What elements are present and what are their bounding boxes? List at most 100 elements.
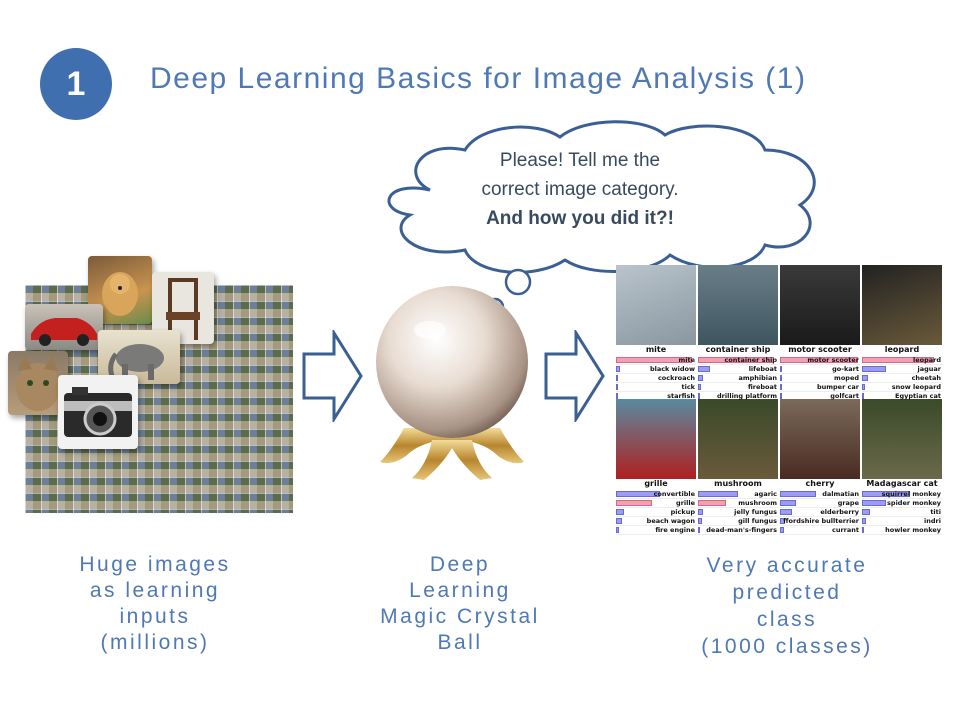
class-name: mite xyxy=(678,356,695,364)
class-name: ffordshire bullterrier xyxy=(783,517,859,525)
prediction-class-row: spider monkey xyxy=(862,499,942,508)
prediction-class-row: mushroom xyxy=(698,499,778,508)
arrow-right-icon-2 xyxy=(544,330,605,422)
prediction-class-row: fire engine xyxy=(616,526,696,535)
bubble-line-3: And how you did it?! xyxy=(486,208,674,229)
score-bar xyxy=(780,366,783,372)
prediction-label: mushroom xyxy=(714,479,762,488)
class-name: lifeboat xyxy=(748,365,777,373)
prediction-image xyxy=(616,265,696,345)
arrow-right-icon xyxy=(302,330,363,422)
class-name: titi xyxy=(930,508,941,516)
score-bar xyxy=(862,375,869,381)
class-name: howler monkey xyxy=(885,526,941,534)
class-name: motor scooter xyxy=(807,356,859,364)
caption-right-line-2: predicted xyxy=(732,581,842,604)
class-name: bumper car xyxy=(816,383,859,391)
prediction-class-row: dead-man's-fingers xyxy=(698,526,778,535)
prediction-image xyxy=(862,265,942,345)
prediction-image xyxy=(780,265,860,345)
prediction-class-row: elderberry xyxy=(780,508,860,517)
prediction-class-row: jelly fungus xyxy=(698,508,778,517)
score-bar xyxy=(780,375,783,381)
camera-photo xyxy=(58,375,138,449)
prediction-class-list: agaric mushroom jelly fungus gill fungus dea… xyxy=(698,490,778,535)
bubble-line-1: Please! Tell me the xyxy=(499,150,661,171)
prediction-label: cherry xyxy=(805,479,835,488)
prediction-image xyxy=(616,399,696,479)
prediction-image xyxy=(862,399,942,479)
class-name: jaguar xyxy=(917,365,942,373)
score-bar xyxy=(780,509,792,515)
caption-right-line-4: (1000 classes) xyxy=(701,635,873,658)
class-name: moped xyxy=(834,374,859,382)
bubble-text: Please! Tell me the correct image catego… xyxy=(430,146,730,233)
score-bar xyxy=(780,384,782,390)
prediction-label: container ship xyxy=(705,345,771,354)
score-bar xyxy=(698,518,702,524)
prediction-class-list: mite black widow cockroach tick starfish xyxy=(616,356,696,401)
class-name: grille xyxy=(676,499,695,507)
class-name: cheetah xyxy=(911,374,941,382)
prediction-class-row: agaric xyxy=(698,490,778,499)
caption-right: Very accurate predicted class (1000 clas… xyxy=(672,552,902,660)
prediction-class-row: motor scooter xyxy=(780,356,860,365)
prediction-class-row: convertible xyxy=(616,490,696,499)
class-name: cockroach xyxy=(657,374,695,382)
prediction-class-row: squirrel monkey xyxy=(862,490,942,499)
prediction-class-row: mite xyxy=(616,356,696,365)
class-name: pickup xyxy=(670,508,695,516)
caption-left-line-1: Huge images xyxy=(79,553,231,576)
score-bar xyxy=(698,384,702,390)
score-bar xyxy=(862,518,866,524)
prediction-class-row: gill fungus xyxy=(698,517,778,526)
class-name: indri xyxy=(924,517,941,525)
prediction-class-row: leopard xyxy=(862,356,942,365)
class-name: mushroom xyxy=(738,499,777,507)
score-bar xyxy=(780,491,816,497)
slide-number-badge: 1 xyxy=(40,48,112,120)
class-name: gill fungus xyxy=(738,517,777,525)
class-name: fireboat xyxy=(747,383,777,391)
prediction-class-row: jaguar xyxy=(862,365,942,374)
prediction-class-row: ffordshire bullterrier xyxy=(780,517,860,526)
slide-title: Deep Learning Basics for Image Analysis … xyxy=(150,62,807,95)
prediction-class-list: leopard jaguar cheetah snow leopard Egyptian… xyxy=(862,356,942,401)
prediction-class-row: titi xyxy=(862,508,942,517)
prediction-class-row: howler monkey xyxy=(862,526,942,535)
caption-left-line-3: inputs xyxy=(119,605,191,628)
class-name: convertible xyxy=(653,490,695,498)
score-bar xyxy=(862,366,886,372)
caption-right-line-1: Very accurate xyxy=(706,554,868,577)
class-name: jelly fungus xyxy=(734,508,777,516)
class-name: grape xyxy=(837,499,859,507)
prediction-class-list: container ship lifeboat amphibian fireboat d… xyxy=(698,356,778,401)
prediction-class-row: black widow xyxy=(616,365,696,374)
class-name: Egyptian cat xyxy=(895,392,941,400)
prediction-image xyxy=(698,265,778,345)
score-bar xyxy=(862,509,870,515)
prediction-class-row: moped xyxy=(780,374,860,383)
class-name: golfcart xyxy=(830,392,859,400)
class-name: container ship xyxy=(724,356,777,364)
prediction-class-list: dalmatian grape elderberry ffordshire bullt… xyxy=(780,490,860,535)
prediction-class-row: dalmatian xyxy=(780,490,860,499)
score-bar xyxy=(698,366,710,372)
prediction-class-row: currant xyxy=(780,526,860,535)
score-bar xyxy=(616,384,618,390)
score-bar xyxy=(616,509,624,515)
crystal-ball xyxy=(376,286,528,480)
class-name: dead-man's-fingers xyxy=(706,526,777,534)
caption-middle-line-4: Ball xyxy=(437,631,483,654)
prediction-results-grid: mite mite black widow cockroach tick starfish… xyxy=(616,265,944,535)
prediction-class-row: cockroach xyxy=(616,374,696,383)
prediction-class-row: amphibian xyxy=(698,374,778,383)
score-bar xyxy=(616,500,652,506)
caption-middle-line-1: Deep xyxy=(429,553,491,576)
prediction-class-row: cheetah xyxy=(862,374,942,383)
score-bar xyxy=(616,527,620,533)
prediction-label: Madagascar cat xyxy=(866,479,938,488)
prediction-class-row: snow leopard xyxy=(862,383,942,392)
prediction-class-row: container ship xyxy=(698,356,778,365)
score-bar xyxy=(698,527,700,533)
